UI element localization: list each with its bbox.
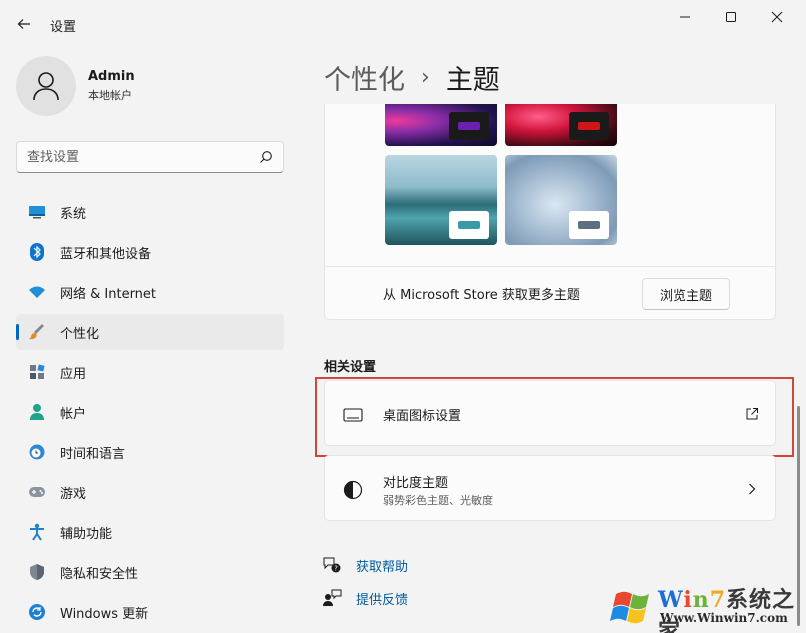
sidebar-item-system[interactable]: 系统 — [16, 194, 284, 230]
theme-thumbnail-flow[interactable] — [505, 104, 617, 146]
close-icon — [771, 11, 783, 23]
sidebar-item-label: 游戏 — [60, 483, 86, 502]
store-text: 从 Microsoft Store 获取更多主题 — [383, 284, 580, 303]
watermark-url: Www.Winwin7.com — [660, 611, 788, 625]
contrast-icon — [343, 480, 363, 500]
app-title: 设置 — [50, 16, 76, 35]
main-content: 个性化 › 主题 从 Microsoft Store 获取更多主题 浏览主题 相… — [300, 46, 806, 633]
user-profile[interactable]: Admin 本地帐户 — [16, 56, 135, 116]
maximize-icon — [725, 11, 737, 23]
theme-swatch — [449, 211, 489, 239]
feedback-label: 提供反馈 — [356, 589, 408, 608]
feedback-link[interactable]: 提供反馈 — [322, 588, 408, 608]
sidebar-item-bluetooth[interactable]: 蓝牙和其他设备 — [16, 234, 284, 270]
shield-icon — [28, 563, 46, 581]
theme-thumbnail-captured-motion[interactable] — [385, 155, 497, 245]
windows-logo-icon — [610, 584, 656, 628]
sidebar-item-label: 辅助功能 — [60, 523, 112, 542]
sidebar-item-label: 网络 & Internet — [60, 283, 156, 302]
themes-card: 从 Microsoft Store 获取更多主题 浏览主题 — [324, 104, 776, 320]
user-name: Admin — [88, 69, 135, 84]
person-icon — [28, 403, 46, 421]
sidebar-item-windows-update[interactable]: Windows 更新 — [16, 594, 284, 630]
title-bar: 设置 — [0, 0, 806, 46]
contrast-themes-subtitle: 弱势彩色主题、光敏度 — [383, 492, 493, 508]
update-icon — [28, 603, 46, 621]
sidebar-item-apps[interactable]: 应用 — [16, 354, 284, 390]
sidebar-item-label: Windows 更新 — [60, 603, 148, 622]
sidebar-item-accounts[interactable]: 帐户 — [16, 394, 284, 430]
close-button[interactable] — [754, 6, 800, 28]
contrast-themes-label: 对比度主题 — [383, 472, 448, 491]
maximize-button[interactable] — [708, 6, 754, 28]
sidebar-item-label: 应用 — [60, 363, 86, 382]
system-icon — [28, 203, 46, 221]
sidebar-item-label: 时间和语言 — [60, 443, 125, 462]
sidebar-item-personalization[interactable]: 个性化 — [16, 314, 284, 350]
avatar — [16, 56, 76, 116]
wifi-icon — [28, 283, 46, 301]
related-settings-title: 相关设置 — [324, 356, 376, 375]
breadcrumb: 个性化 › 主题 — [324, 58, 500, 97]
breadcrumb-parent[interactable]: 个性化 — [324, 58, 405, 97]
accessibility-icon — [28, 523, 46, 541]
chevron-right-icon — [743, 480, 761, 498]
minimize-button[interactable] — [662, 6, 708, 28]
sidebar-item-privacy[interactable]: 隐私和安全性 — [16, 554, 284, 590]
clock-globe-icon — [28, 443, 46, 461]
apps-icon — [28, 363, 46, 381]
sidebar-item-label: 系统 — [60, 203, 86, 222]
search-icon[interactable] — [259, 150, 273, 164]
nav-list: 系统 蓝牙和其他设备 网络 & Internet 个性化 应用 — [16, 194, 284, 633]
bluetooth-icon — [28, 243, 46, 261]
breadcrumb-separator: › — [421, 65, 430, 90]
watermark: Win7系统之家 Www.Winwin7.com — [610, 578, 806, 633]
sidebar-item-label: 隐私和安全性 — [60, 563, 138, 582]
sidebar: Admin 本地帐户 系统 蓝牙和其他设备 网络 & Internet — [0, 46, 300, 633]
gamepad-icon — [28, 483, 46, 501]
brush-icon — [28, 323, 46, 341]
page-title: 主题 — [446, 58, 500, 97]
sidebar-item-gaming[interactable]: 游戏 — [16, 474, 284, 510]
help-icon: ? — [322, 555, 342, 575]
theme-thumbnail-glow[interactable] — [385, 104, 497, 146]
theme-swatch — [569, 112, 609, 140]
sidebar-item-accessibility[interactable]: 辅助功能 — [16, 514, 284, 550]
sidebar-item-label: 帐户 — [60, 403, 86, 422]
get-help-link[interactable]: ? 获取帮助 — [322, 555, 408, 575]
theme-swatch — [569, 211, 609, 239]
feedback-icon — [322, 588, 342, 608]
sidebar-item-time-language[interactable]: 时间和语言 — [16, 434, 284, 470]
svg-text:?: ? — [334, 565, 338, 573]
user-icon — [32, 71, 60, 101]
back-arrow-icon — [17, 17, 31, 31]
sidebar-item-label: 个性化 — [60, 323, 99, 342]
back-button[interactable] — [10, 10, 38, 38]
sidebar-item-network[interactable]: 网络 & Internet — [16, 274, 284, 310]
minimize-icon — [679, 11, 691, 23]
theme-thumbnail-bloom[interactable] — [505, 155, 617, 245]
search-input[interactable] — [27, 150, 259, 165]
highlight-box — [315, 377, 794, 457]
theme-swatch — [449, 112, 489, 140]
sidebar-item-label: 蓝牙和其他设备 — [60, 243, 151, 262]
browse-themes-button[interactable]: 浏览主题 — [642, 278, 730, 310]
get-help-label: 获取帮助 — [356, 556, 408, 575]
store-row: 从 Microsoft Store 获取更多主题 浏览主题 — [325, 266, 777, 320]
watermark-name: Win7系统之家 — [658, 582, 806, 633]
contrast-themes-row[interactable]: 对比度主题 弱势彩色主题、光敏度 — [324, 455, 776, 521]
account-type: 本地帐户 — [88, 87, 135, 103]
search-box[interactable] — [16, 141, 284, 173]
